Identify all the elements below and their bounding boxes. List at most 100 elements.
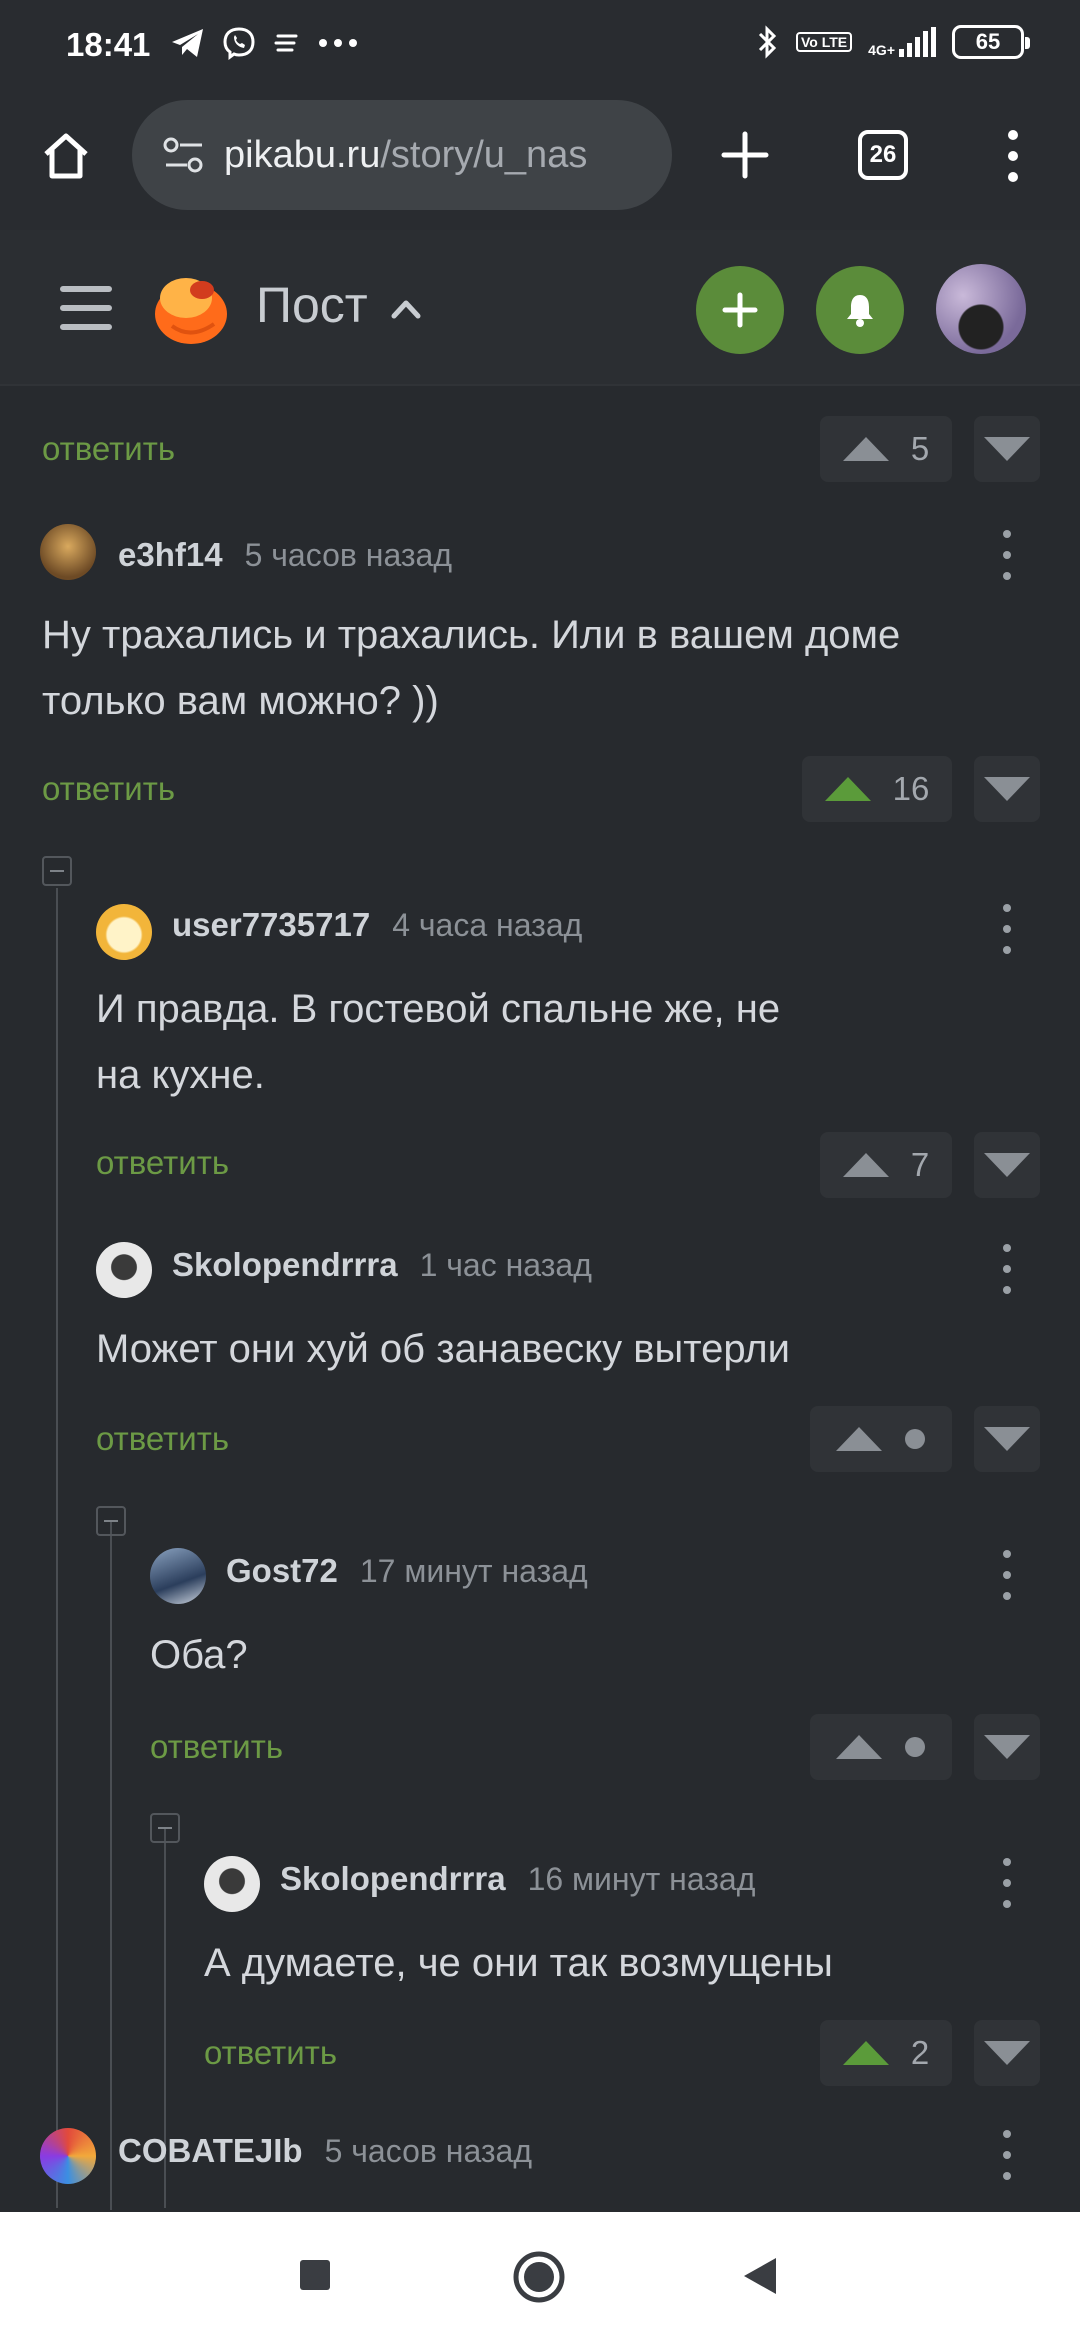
notes-icon <box>274 34 298 52</box>
home-button-icon[interactable] <box>512 2250 566 2304</box>
system-navigation-bar <box>0 2212 1080 2340</box>
vote-hidden-dot-icon <box>905 1737 925 1757</box>
vote-count: 7 <box>910 1146 930 1183</box>
comment-menu-icon[interactable] <box>992 1858 1022 1908</box>
hamburger-menu-icon[interactable] <box>60 284 112 332</box>
comments-list: ответить 5 e3hf14 5 часов назад Ну траха… <box>0 388 1080 2210</box>
upvote-button[interactable]: 5 <box>820 416 952 482</box>
comment-menu-icon[interactable] <box>992 1244 1022 1294</box>
avatar[interactable] <box>150 1548 206 1604</box>
username[interactable]: Skolopendrrra <box>172 1246 398 1284</box>
comment-text-line: Ну трахались и трахались. Или в вашем до… <box>42 613 901 657</box>
reply-link[interactable]: ответить <box>150 1728 283 1766</box>
tab-switcher-button[interactable]: 26 <box>858 130 908 180</box>
add-post-button[interactable] <box>696 266 784 354</box>
thread-line <box>110 1520 112 2210</box>
reply-link[interactable]: ответить <box>96 1420 229 1458</box>
comment-time[interactable]: 1 час назад <box>420 1247 592 1284</box>
comment-time[interactable]: 17 минут назад <box>360 1553 588 1590</box>
downvote-button[interactable] <box>974 1132 1040 1198</box>
avatar[interactable] <box>40 2128 96 2184</box>
bell-icon <box>847 295 873 327</box>
upvote-icon <box>842 437 889 461</box>
battery-icon: 65 <box>952 25 1030 59</box>
username[interactable]: COBATEJIb <box>118 2132 303 2170</box>
comment-time[interactable]: 5 часов назад <box>245 537 452 574</box>
more-notifications-icon <box>319 39 357 47</box>
downvote-button[interactable] <box>974 756 1040 822</box>
downvote-icon <box>984 1735 1030 1759</box>
chevron-up-icon[interactable] <box>390 296 422 320</box>
upvote-button[interactable]: 7 <box>820 1132 952 1198</box>
comment-text: Ну трахались и трахались. Или в вашем до… <box>42 602 900 734</box>
browser-menu-icon[interactable] <box>1000 128 1026 184</box>
downvote-icon <box>984 1427 1030 1451</box>
avatar[interactable] <box>40 524 96 580</box>
reply-link[interactable]: ответить <box>96 1144 229 1182</box>
upvote-icon <box>842 1153 889 1177</box>
collapse-thread-button[interactable] <box>150 1813 180 1843</box>
downvote-button[interactable] <box>974 1714 1040 1780</box>
downvote-button[interactable] <box>974 1406 1040 1472</box>
notifications-button[interactable] <box>816 266 904 354</box>
collapse-thread-button[interactable] <box>42 856 72 886</box>
upvote-icon <box>836 1735 882 1759</box>
status-time: 18:41 <box>66 26 151 63</box>
reply-link[interactable]: ответить <box>42 430 175 468</box>
thread-line <box>56 888 58 2208</box>
network-type: 4G+ <box>868 42 895 58</box>
site-settings-icon[interactable] <box>162 135 206 175</box>
comment-text-line: на кухне. <box>96 1053 265 1097</box>
comment-menu-icon[interactable] <box>992 530 1022 580</box>
upvote-button[interactable] <box>810 1714 952 1780</box>
comment-menu-icon[interactable] <box>992 1550 1022 1600</box>
upvote-icon <box>836 1427 882 1451</box>
back-button-icon[interactable] <box>742 2256 778 2296</box>
vote-count: 5 <box>910 430 930 467</box>
downvote-icon <box>984 437 1030 461</box>
comment-text-line: И правда. В гостевой спальне же, не <box>96 987 781 1031</box>
upvote-button[interactable] <box>810 1406 952 1472</box>
recent-apps-icon[interactable] <box>298 2258 332 2292</box>
upvote-button[interactable]: 2 <box>820 2020 952 2086</box>
url-domain: pikabu.ru <box>224 133 381 176</box>
viber-icon <box>223 27 255 60</box>
url-text: pikabu.ru/story/u_nas <box>224 134 587 177</box>
collapse-thread-button[interactable] <box>96 1506 126 1536</box>
downvote-button[interactable] <box>974 2020 1040 2086</box>
downvote-button[interactable] <box>974 416 1040 482</box>
reply-link[interactable]: ответить <box>204 2034 337 2072</box>
upvote-icon <box>842 2041 889 2065</box>
pikabu-logo-icon[interactable] <box>150 268 232 348</box>
avatar[interactable] <box>204 1856 260 1912</box>
downvote-icon <box>984 1153 1030 1177</box>
upvote-button[interactable]: 16 <box>802 756 952 822</box>
vote-count: 2 <box>910 2034 930 2071</box>
comment-menu-icon[interactable] <box>992 2130 1022 2180</box>
telegram-icon <box>172 29 203 57</box>
avatar[interactable] <box>96 1242 152 1298</box>
comment-time[interactable]: 5 часов назад <box>325 2133 532 2170</box>
comment-menu-icon[interactable] <box>992 904 1022 954</box>
comment-text-line: Может они хуй об занавеску вытерли <box>96 1327 790 1371</box>
avatar[interactable] <box>96 904 152 960</box>
page-title[interactable]: Пост <box>256 276 368 334</box>
username[interactable]: Gost72 <box>226 1552 338 1590</box>
status-system-icons: Vo LTE 4G+ 65 <box>756 24 1030 60</box>
username[interactable]: user7735717 <box>172 906 370 944</box>
home-icon[interactable] <box>38 128 94 184</box>
new-tab-icon[interactable] <box>720 130 770 180</box>
url-bar[interactable]: pikabu.ru/story/u_nas <box>132 100 672 210</box>
reply-link[interactable]: ответить <box>42 770 175 808</box>
comment-time[interactable]: 4 часа назад <box>392 907 582 944</box>
username[interactable]: Skolopendrrra <box>280 1860 506 1898</box>
site-header: Пост <box>0 230 1080 386</box>
comment-time[interactable]: 16 минут назад <box>528 1861 756 1898</box>
user-avatar[interactable] <box>936 264 1026 354</box>
battery-level: 65 <box>975 29 1001 54</box>
downvote-icon <box>984 777 1030 801</box>
vote-count: 16 <box>892 770 930 807</box>
comment-text: Может они хуй об занавеску вытерли <box>96 1316 790 1382</box>
username[interactable]: e3hf14 <box>118 536 223 574</box>
comment-text-line: А думаете, че они так возмущены <box>204 1941 833 1985</box>
